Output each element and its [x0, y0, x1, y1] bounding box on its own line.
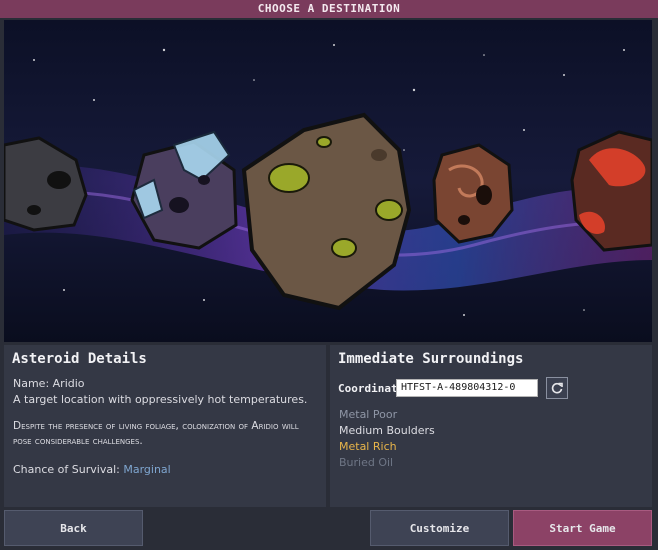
refresh-icon	[551, 382, 563, 394]
asteroid-details-panel: Asteroid Details Name: Aridio A target l…	[4, 345, 326, 507]
reroll-seed-button[interactable]	[546, 377, 568, 399]
trait-buried-oil: Buried Oil	[339, 456, 394, 469]
asteroid-flavor-text: Despite the presence of living foliage, …	[13, 420, 299, 447]
asteroid-name: Name: Aridio	[13, 377, 85, 390]
survival-label: Chance of Survival:	[13, 463, 120, 476]
immediate-surroundings-panel: Immediate Surroundings Coordinate: HTFST…	[330, 345, 652, 507]
customize-button[interactable]: Customize	[370, 510, 509, 546]
trait-metal-rich: Metal Rich	[339, 440, 397, 453]
coordinate-input[interactable]: HTFST-A-489804312-0	[396, 379, 538, 397]
back-button[interactable]: Back	[4, 510, 143, 546]
asteroid-details-heading: Asteroid Details	[12, 351, 147, 367]
start-game-button[interactable]: Start Game	[513, 510, 652, 546]
asteroid-description: A target location with oppressively hot …	[13, 393, 308, 406]
trait-metal-poor: Metal Poor	[339, 408, 398, 421]
asteroid-selection-scene	[4, 20, 652, 342]
trait-medium-boulders: Medium Boulders	[339, 424, 435, 437]
dialog-title: CHOOSE A DESTINATION	[0, 0, 658, 19]
survival-chance: Chance of Survival: Marginal	[13, 463, 171, 476]
survival-value: Marginal	[123, 463, 171, 476]
surroundings-heading: Immediate Surroundings	[338, 351, 524, 367]
